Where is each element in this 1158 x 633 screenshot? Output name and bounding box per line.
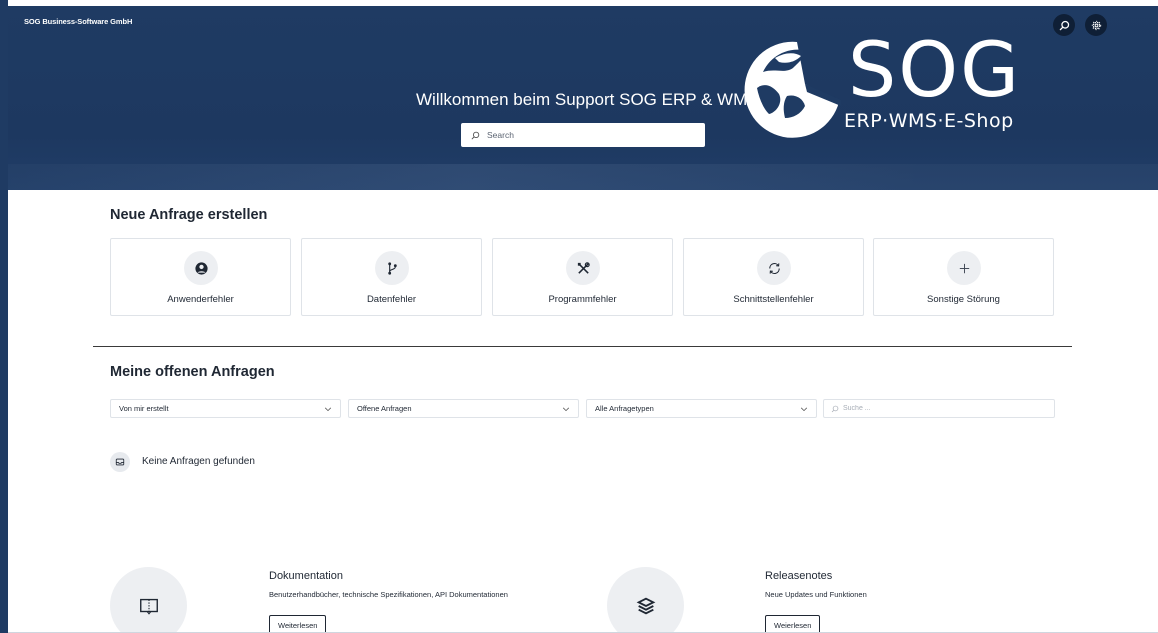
branch-icon [387, 261, 397, 275]
empty-state-text: Keine Anfragen gefunden [142, 456, 255, 467]
type-filter-select[interactable]: Alle Anfragetypen [586, 399, 817, 418]
user-circle-icon-wrap [184, 251, 218, 285]
card-program-error[interactable]: Programmfehler [492, 238, 673, 316]
sog-logo: SOG ERP·WMS·E-Shop [735, 32, 1035, 138]
inbox-icon-wrap [110, 452, 130, 472]
company-name: SOG Business-Software GmbH [24, 17, 133, 26]
releasenotes-read-more-button[interactable]: Weierlesen [765, 615, 821, 633]
sync-icon-wrap [757, 251, 791, 285]
documentation-title: Dokumentation [269, 570, 343, 582]
documentation-read-more-button[interactable]: Weiterlesen [269, 615, 327, 633]
requests-search-input[interactable] [843, 405, 1043, 412]
documentation-description: Benutzerhandbücher, technische Spezifika… [269, 590, 508, 599]
welcome-title: Willkommen beim Support SOG ERP & WMS [416, 90, 759, 109]
section-divider [93, 346, 1072, 347]
header-banner: SOG Business-Software GmbH Willkommen be… [8, 6, 1158, 190]
gear-icon [1091, 20, 1101, 30]
tools-icon [577, 261, 590, 274]
create-request-title: Neue Anfrage erstellen [110, 207, 268, 223]
book-icon [139, 598, 158, 615]
card-label: Schnittstellenfehler [733, 294, 814, 305]
card-other-issue[interactable]: Sonstige Störung [873, 238, 1054, 316]
branch-icon-wrap [375, 251, 409, 285]
header-settings-button[interactable] [1085, 14, 1107, 36]
card-label: Sonstige Störung [927, 294, 1000, 305]
select-value: Von mir erstellt [119, 404, 169, 413]
layers-icon-wrap [607, 567, 684, 633]
inbox-icon [115, 458, 125, 466]
tools-icon-wrap [566, 251, 600, 285]
card-label: Anwenderfehler [167, 294, 234, 305]
card-data-error[interactable]: Datenfehler [301, 238, 482, 316]
requests-search-field[interactable] [823, 399, 1055, 418]
card-interface-error[interactable]: Schnittstellenfehler [683, 238, 864, 316]
logo-wordmark: SOG [848, 25, 1021, 114]
hero-search-input[interactable] [487, 130, 687, 140]
plus-icon [959, 263, 969, 273]
chevron-down-icon [800, 407, 808, 411]
globe-logo-icon [744, 41, 841, 138]
creator-filter-select[interactable]: Von mir erstellt [110, 399, 341, 418]
chevron-down-icon [324, 407, 332, 411]
search-icon [1059, 20, 1069, 30]
open-requests-title: Meine offenen Anfragen [110, 364, 275, 380]
card-label: Datenfehler [366, 294, 417, 305]
status-filter-select[interactable]: Offene Anfragen [348, 399, 579, 418]
search-icon [471, 131, 480, 139]
user-circle-icon [194, 261, 208, 275]
search-icon [831, 405, 839, 412]
select-value: Alle Anfragetypen [595, 404, 654, 413]
header-search-button[interactable] [1053, 14, 1075, 36]
plus-icon-wrap [947, 251, 981, 285]
releasenotes-description: Neue Updates und Funktionen [765, 590, 867, 599]
left-stripe [0, 0, 8, 633]
logo-subtitle: ERP·WMS·E-Shop [844, 110, 1014, 132]
layers-icon [636, 597, 655, 614]
card-user-error[interactable]: Anwenderfehler [110, 238, 291, 316]
chevron-down-icon [562, 407, 570, 411]
select-value: Offene Anfragen [357, 404, 412, 413]
card-label: Programmfehler [548, 294, 617, 305]
sync-icon [768, 262, 780, 274]
book-icon-wrap [110, 567, 187, 633]
hero-search-field[interactable] [461, 123, 705, 147]
releasenotes-title: Releasenotes [765, 570, 833, 582]
